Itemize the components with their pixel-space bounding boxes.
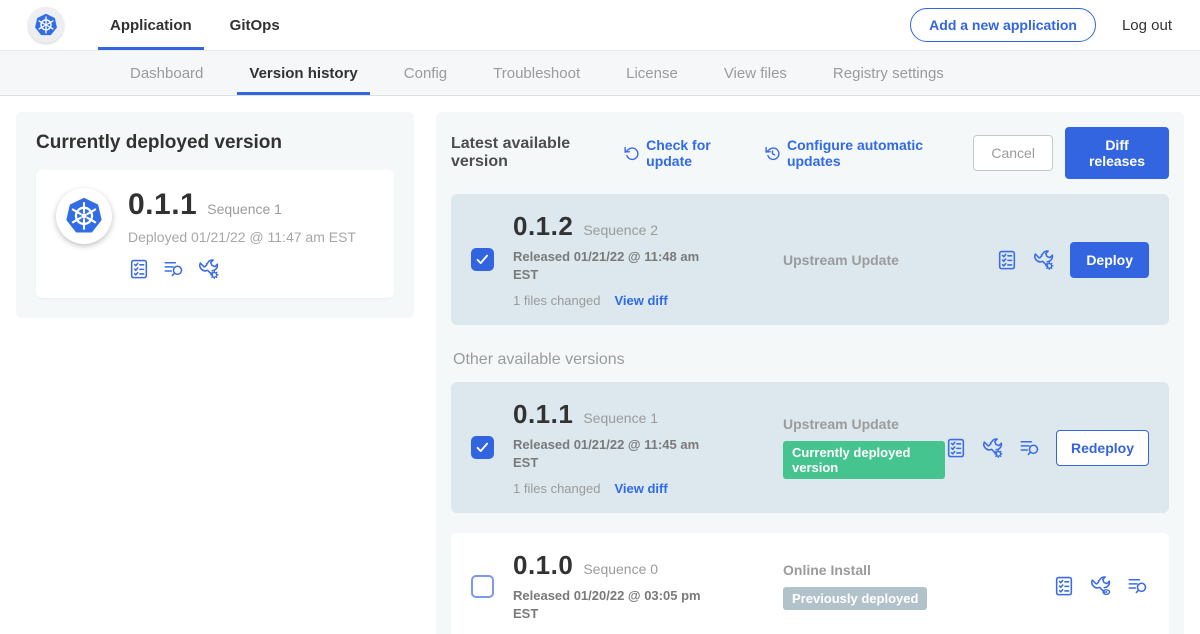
subnav-version-history[interactable]: Version history — [237, 51, 369, 95]
tab-application-label: Application — [110, 17, 192, 34]
config-icon[interactable] — [198, 258, 220, 280]
deploy-button[interactable]: Deploy — [1070, 242, 1149, 278]
version-number: 0.1.2 — [513, 211, 573, 242]
configure-automatic-updates-link[interactable]: Configure automatic updates — [764, 137, 951, 169]
subnav-dashboard[interactable]: Dashboard — [118, 51, 215, 95]
deployed-sequence-label: Sequence 1 — [207, 201, 282, 217]
released-timestamp: Released 01/20/22 @ 03:05 pm EST — [513, 587, 725, 622]
available-versions-panel: Latest available version Check for updat… — [436, 112, 1184, 634]
preflight-checks-icon[interactable] — [945, 437, 967, 459]
redeploy-button[interactable]: Redeploy — [1056, 430, 1149, 466]
view-diff-link[interactable]: View diff — [614, 293, 667, 308]
previously-deployed-badge: Previously deployed — [783, 587, 927, 610]
check-for-update-label: Check for update — [646, 137, 742, 169]
top-nav: Application GitOps Add a new application… — [0, 0, 1200, 50]
add-application-button[interactable]: Add a new application — [910, 8, 1096, 42]
kubernetes-app-icon — [56, 188, 112, 244]
tab-gitops[interactable]: GitOps — [218, 0, 292, 50]
sequence-label: Sequence 2 — [583, 222, 658, 238]
version-row-0-1-1: 0.1.1 Sequence 1 Released 01/21/22 @ 11:… — [451, 382, 1169, 513]
version-0-1-0-checkbox[interactable] — [471, 575, 494, 598]
currently-deployed-badge: Currently deployed version — [783, 441, 945, 479]
auto-update-icon — [764, 145, 781, 162]
subnav-license[interactable]: License — [614, 51, 690, 95]
tab-application[interactable]: Application — [98, 0, 204, 50]
deployed-panel-title: Currently deployed version — [36, 132, 394, 154]
kubernetes-logo-icon — [28, 7, 64, 43]
released-timestamp: Released 01/21/22 @ 11:45 am EST — [513, 436, 725, 471]
deployed-timestamp: Deployed 01/21/22 @ 11:47 am EST — [128, 229, 356, 245]
view-diff-link[interactable]: View diff — [614, 481, 667, 496]
deployed-version-number: 0.1.1 — [128, 188, 197, 222]
version-0-1-1-checkbox[interactable] — [471, 436, 494, 459]
version-row-0-1-2: 0.1.2 Sequence 2 Released 01/21/22 @ 11:… — [451, 194, 1169, 325]
version-source-label: Upstream Update — [783, 416, 945, 432]
tab-gitops-label: GitOps — [230, 17, 280, 34]
subnav-troubleshoot[interactable]: Troubleshoot — [481, 51, 592, 95]
subnav-view-files[interactable]: View files — [712, 51, 799, 95]
config-view-icon[interactable] — [1090, 575, 1112, 597]
version-number: 0.1.0 — [513, 550, 573, 581]
version-row-0-1-0: 0.1.0 Sequence 0 Released 01/20/22 @ 03:… — [451, 533, 1169, 634]
app-sub-nav: Dashboard Version history Config Trouble… — [0, 50, 1200, 96]
configure-automatic-updates-label: Configure automatic updates — [787, 137, 951, 169]
diff-releases-button[interactable]: Diff releases — [1065, 127, 1169, 179]
app-logo — [28, 0, 64, 50]
sequence-label: Sequence 1 — [583, 410, 658, 426]
config-icon[interactable] — [982, 437, 1004, 459]
deployed-version-card: 0.1.1 Sequence 1 Deployed 01/21/22 @ 11:… — [36, 170, 394, 298]
sequence-label: Sequence 0 — [583, 561, 658, 577]
subnav-config[interactable]: Config — [392, 51, 459, 95]
deploy-logs-icon[interactable] — [163, 258, 185, 280]
subnav-registry-settings[interactable]: Registry settings — [821, 51, 956, 95]
other-versions-label: Other available versions — [453, 351, 1169, 369]
currently-deployed-panel: Currently deployed version 0.1.1 Sequenc… — [16, 112, 414, 318]
config-icon[interactable] — [1033, 249, 1055, 271]
files-changed-label: 1 files changed — [513, 293, 600, 308]
deploy-logs-icon[interactable] — [1019, 437, 1041, 459]
preflight-checks-icon[interactable] — [128, 258, 150, 280]
released-timestamp: Released 01/21/22 @ 11:48 am EST — [513, 248, 725, 283]
version-source-label: Upstream Update — [783, 252, 996, 268]
version-number: 0.1.1 — [513, 399, 573, 430]
preflight-checks-icon[interactable] — [996, 249, 1018, 271]
latest-available-title: Latest available version — [451, 135, 607, 171]
refresh-icon — [623, 145, 640, 162]
cancel-button[interactable]: Cancel — [973, 135, 1053, 171]
deploy-logs-icon[interactable] — [1127, 575, 1149, 597]
logout-button[interactable]: Log out — [1122, 17, 1172, 34]
check-for-update-link[interactable]: Check for update — [623, 137, 742, 169]
files-changed-label: 1 files changed — [513, 481, 600, 496]
version-source-label: Online Install — [783, 562, 1053, 578]
preflight-checks-icon[interactable] — [1053, 575, 1075, 597]
version-0-1-2-checkbox[interactable] — [471, 248, 494, 271]
